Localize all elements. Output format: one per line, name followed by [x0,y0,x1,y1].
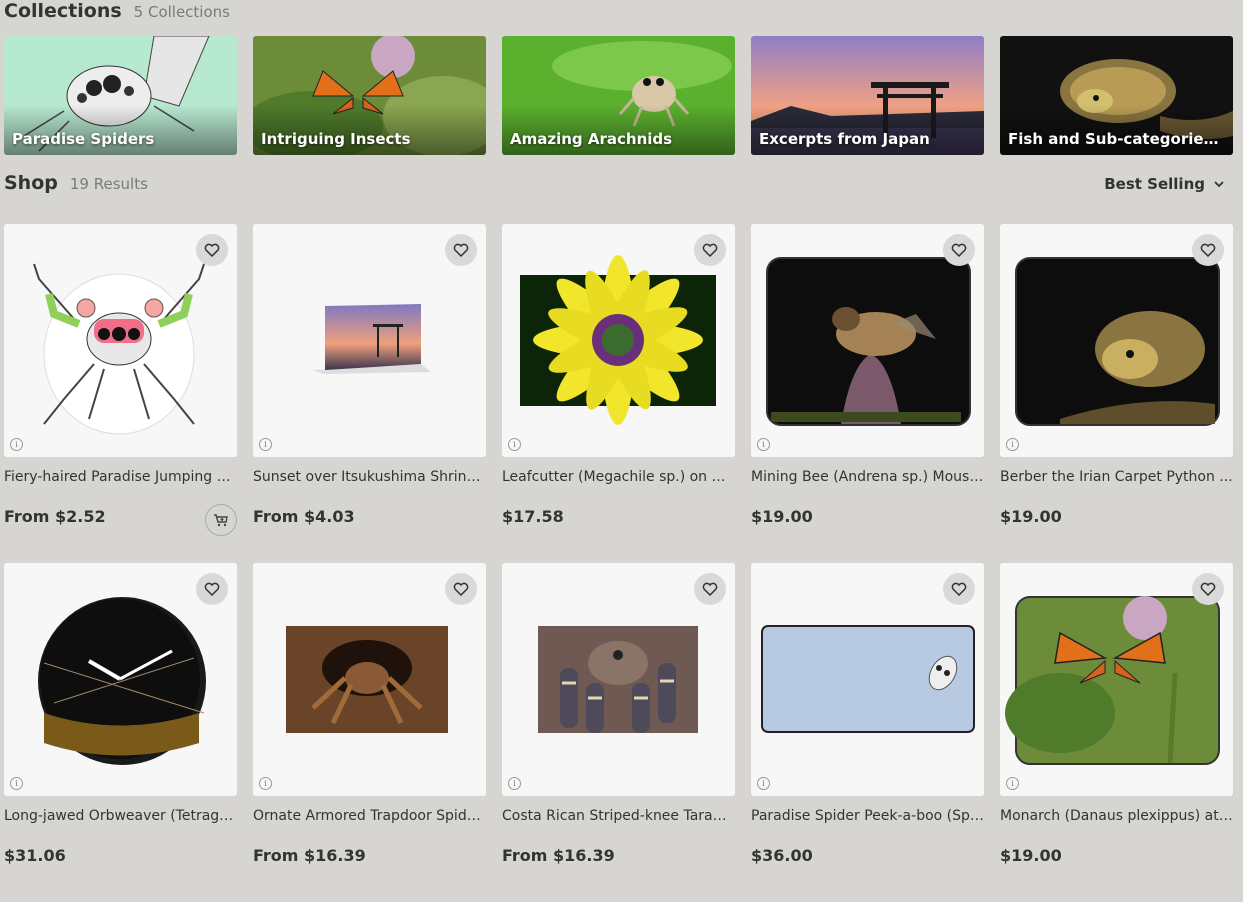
product-title[interactable]: Costa Rican Striped-knee Tarant... [502,808,735,824]
product-card: i Berber the Irian Carpet Python ... $19… [1000,224,1233,563]
info-icon[interactable]: i [1006,438,1019,451]
favorite-button[interactable] [445,573,477,605]
heart-icon [702,582,718,596]
favorite-button[interactable] [943,234,975,266]
collections-heading: Collections 5 Collections [4,0,230,22]
product-card: i Ornate Armored Trapdoor Spider... From… [253,563,486,902]
shop-heading: Shop 19 Results [4,172,148,194]
product-price: From $16.39 [502,846,615,865]
product-price: $31.06 [4,846,66,865]
heart-icon [204,582,220,596]
product-image[interactable]: i [1000,224,1233,457]
product-title[interactable]: Monarch (Danaus plexippus) at ... [1000,808,1233,824]
collection-card-intriguing-insects[interactable]: Intriguing Insects [253,36,486,155]
product-card: i Fiery-haired Paradise Jumping S... Fro… [4,224,237,563]
product-image[interactable]: i [253,563,486,796]
add-to-cart-button[interactable] [205,504,237,536]
product-price: $19.00 [1000,846,1062,865]
favorite-button[interactable] [694,234,726,266]
product-price: $19.00 [751,507,813,526]
info-icon[interactable]: i [757,438,770,451]
favorite-button[interactable] [196,234,228,266]
product-price: From $4.03 [253,507,355,526]
info-icon[interactable]: i [508,777,521,790]
product-card: i Paradise Spider Peek-a-boo (Spi... $36… [751,563,984,902]
product-image[interactable]: i [4,563,237,796]
product-card: i Leafcutter (Megachile sp.) on As... $1… [502,224,735,563]
collections-count: 5 Collections [133,3,230,21]
collections-title: Collections [4,0,122,22]
info-icon[interactable]: i [757,777,770,790]
product-price: $36.00 [751,846,813,865]
heart-icon [1200,243,1216,257]
product-card: i Monarch (Danaus plexippus) at ... $19.… [1000,563,1233,902]
favorite-button[interactable] [1192,573,1224,605]
add-to-cart-icon [213,513,229,527]
chevron-down-icon [1213,178,1225,190]
product-image[interactable]: i [1000,563,1233,796]
collection-label: Intriguing Insects [261,130,411,148]
heart-icon [951,582,967,596]
product-price: From $16.39 [253,846,366,865]
product-image[interactable]: i [253,224,486,457]
collection-card-paradise-spiders[interactable]: Paradise Spiders [4,36,237,155]
sort-label: Best Selling [1104,175,1205,193]
product-title[interactable]: Ornate Armored Trapdoor Spider... [253,808,486,824]
product-title[interactable]: Mining Bee (Andrena sp.) Mouse... [751,469,984,485]
product-image[interactable]: i [502,563,735,796]
product-title[interactable]: Fiery-haired Paradise Jumping S... [4,469,237,485]
info-icon[interactable]: i [10,777,23,790]
product-price: $19.00 [1000,507,1062,526]
heart-icon [453,582,469,596]
product-price: From $2.52 [4,507,106,526]
favorite-button[interactable] [196,573,228,605]
product-price: $17.58 [502,507,564,526]
product-card: i Sunset over Itsukushima Shrine ... Fro… [253,224,486,563]
sort-dropdown[interactable]: Best Selling [1104,175,1225,193]
collections-row: Paradise Spiders Intriguing Insects Amaz… [4,36,1233,155]
info-icon[interactable]: i [508,438,521,451]
shop-count: 19 Results [69,175,148,193]
favorite-button[interactable] [445,234,477,266]
collection-card-amazing-arachnids[interactable]: Amazing Arachnids [502,36,735,155]
collection-label: Paradise Spiders [12,130,155,148]
info-icon[interactable]: i [259,438,272,451]
product-image[interactable]: i [4,224,237,457]
collection-label: Excerpts from Japan [759,130,930,148]
collection-label: Fish and Sub-categories o... [1008,130,1227,148]
collection-card-fish-and-sub-categories[interactable]: Fish and Sub-categories o... [1000,36,1233,155]
product-grid: i Fiery-haired Paradise Jumping S... Fro… [4,224,1233,902]
info-icon[interactable]: i [10,438,23,451]
info-icon[interactable]: i [259,777,272,790]
favorite-button[interactable] [694,573,726,605]
heart-icon [453,243,469,257]
heart-icon [702,243,718,257]
product-title[interactable]: Paradise Spider Peek-a-boo (Spi... [751,808,984,824]
product-image[interactable]: i [751,563,984,796]
product-card: i Long-jawed Orbweaver (Tetragn... $31.0… [4,563,237,902]
heart-icon [951,243,967,257]
heart-icon [1200,582,1216,596]
product-card: i Costa Rican Striped-knee Tarant... Fro… [502,563,735,902]
product-card: i Mining Bee (Andrena sp.) Mouse... $19.… [751,224,984,563]
product-title[interactable]: Leafcutter (Megachile sp.) on As... [502,469,735,485]
info-icon[interactable]: i [1006,777,1019,790]
shop-title: Shop [4,172,58,194]
product-title[interactable]: Berber the Irian Carpet Python ... [1000,469,1233,485]
heart-icon [204,243,220,257]
favorite-button[interactable] [943,573,975,605]
collection-label: Amazing Arachnids [510,130,673,148]
collection-card-excerpts-from-japan[interactable]: Excerpts from Japan [751,36,984,155]
product-image[interactable]: i [502,224,735,457]
favorite-button[interactable] [1192,234,1224,266]
product-title[interactable]: Long-jawed Orbweaver (Tetragn... [4,808,237,824]
product-title[interactable]: Sunset over Itsukushima Shrine ... [253,469,486,485]
product-image[interactable]: i [751,224,984,457]
